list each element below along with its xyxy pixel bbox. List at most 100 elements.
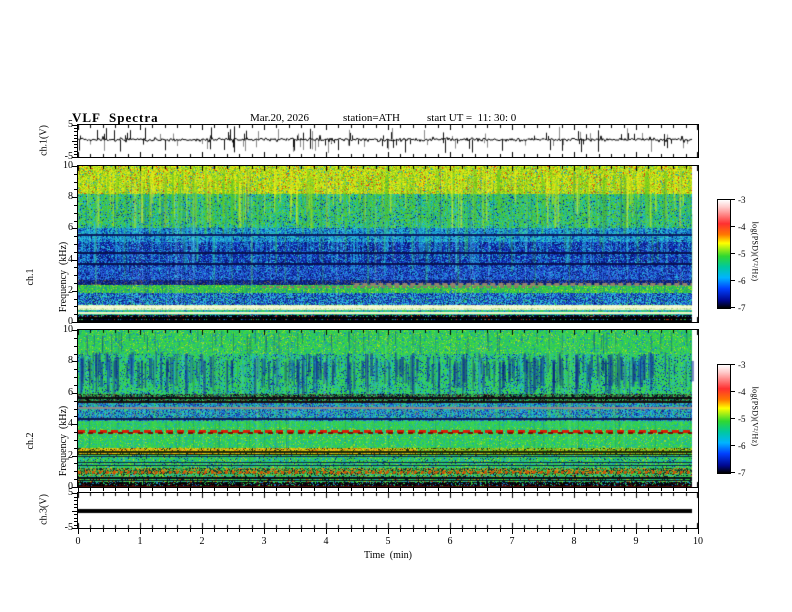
x-tick-mark [301,488,302,491]
x-tick-mark [686,488,687,491]
colorbar-tick-label: -3 [738,195,746,205]
x-tick-mark [376,488,377,491]
x-tick-mark [673,488,674,491]
x-tick-mark [413,488,414,491]
ch1-waveform-canvas [78,125,698,157]
y-tick-mark [74,283,77,284]
ch1-spectrogram-panel [77,165,699,323]
colorbar-tick [731,364,735,365]
x-tick-mark [103,488,104,491]
ch2-spectrogram-canvas [78,330,698,487]
start-ut-label: start UT = 11: 30: 0 [427,112,517,124]
x-tick-mark [611,529,612,532]
y-tick-mark [72,197,77,198]
ch2-freq-axis-title-line1: ch.2 [25,432,36,450]
y-tick-mark [74,213,77,214]
y-tick-mark [74,221,77,222]
x-tick-mark [648,488,649,491]
x-tick-mark [90,488,91,491]
colorbar-tick-label: -7 [738,303,746,313]
y-tick-mark [72,291,77,292]
vlf-spectra-plot: VLF Spectra Mar.20, 2026 station=ATH sta… [0,0,792,612]
x-tick-label: 9 [633,536,639,547]
y-tick-mark [74,432,77,433]
y-tick-mark [74,514,77,515]
x-tick-mark [400,529,401,532]
x-tick-mark [537,529,538,532]
x-tick-mark [239,488,240,491]
x-tick-label: 2 [199,536,205,547]
y-tick-mark [74,504,77,505]
x-tick-mark [202,488,203,493]
colorbar-ch2-title: log(PSD)(V²/Hz) [750,386,760,447]
x-tick-mark [475,529,476,532]
y-tick-label-ch1-freq: 6 [68,222,73,233]
y-tick-mark [74,500,77,501]
y-tick-label-ch1-freq: 8 [68,191,73,202]
y-tick-mark [72,456,77,457]
y-tick-mark [74,154,77,155]
y-tick-mark [74,131,77,132]
y-tick-mark [74,299,77,300]
y-tick-mark [72,528,77,529]
colorbar-tick-label: -4 [738,222,746,232]
x-tick-mark [624,488,625,491]
y-tick-mark [74,144,77,145]
x-tick-mark [438,488,439,491]
x-tick-mark [425,488,426,491]
y-tick-mark [74,525,77,526]
x-tick-mark [239,529,240,532]
x-tick-mark [549,488,550,491]
x-tick-mark [165,529,166,532]
x-tick-mark [400,488,401,491]
y-tick-mark [74,135,77,136]
y-tick-mark [74,314,77,315]
plot-date: Mar.20, 2026 [250,112,309,124]
x-tick-mark [276,488,277,491]
y-tick-mark [72,166,77,167]
y-tick-mark [74,497,77,498]
x-tick-mark [351,529,352,532]
x-tick-mark [574,488,575,493]
x-tick-mark [177,529,178,532]
x-tick-mark [661,529,662,532]
x-tick-mark [264,529,265,534]
y-tick-mark [74,409,77,410]
x-tick-mark [450,529,451,534]
x-tick-mark [376,529,377,532]
y-tick-mark [74,205,77,206]
colorbar-tick [731,226,735,227]
colorbar-tick [731,280,735,281]
x-tick-mark [524,488,525,491]
x-tick-mark [686,529,687,532]
y-tick-label-ch1-freq: 10 [63,160,73,171]
ch1-waveform-panel [77,124,699,158]
x-tick-mark [549,529,550,532]
y-tick-mark [74,518,77,519]
colorbar-ch1-title: log(PSD)(V²/Hz) [750,221,760,282]
x-tick-mark [214,488,215,491]
x-tick-mark [115,488,116,491]
x-tick-mark [475,488,476,491]
x-tick-mark [338,529,339,532]
y-tick-mark [72,393,77,394]
y-tick-mark [74,521,77,522]
colorbar-ch1 [717,199,731,309]
y-tick-mark [72,157,77,158]
ch1-volt-axis-title: ch.1(V) [38,125,50,156]
colorbar-tick-label: -7 [738,468,746,478]
y-tick-mark [74,236,77,237]
y-tick-mark [74,182,77,183]
x-tick-mark [462,529,463,532]
y-tick-mark [74,244,77,245]
y-tick-mark [74,128,77,129]
x-tick-mark [128,529,129,532]
colorbar-tick-label: -6 [738,276,746,286]
x-tick-label: 3 [261,536,267,547]
y-tick-label-ch2-freq: 8 [68,355,73,366]
x-tick-mark [128,488,129,491]
x-tick-mark [537,488,538,491]
x-tick-mark [599,488,600,491]
y-tick-mark [74,338,77,339]
y-tick-mark [74,471,77,472]
